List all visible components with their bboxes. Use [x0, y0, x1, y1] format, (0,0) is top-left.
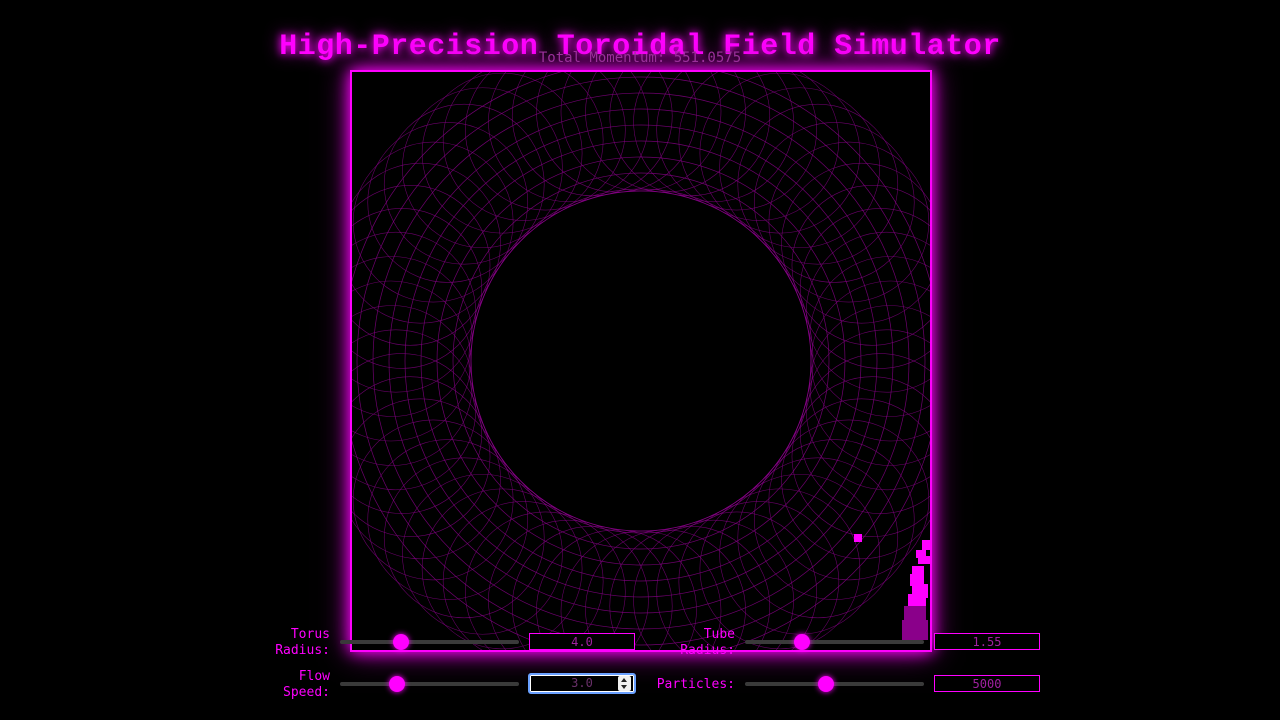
- tube-radius-slider-thumb[interactable]: [794, 634, 811, 650]
- controls-panel: Torus Radius: 4.0 Tube Radius: 1.55 Flow…: [0, 615, 1280, 720]
- tube-circle: [585, 72, 746, 193]
- tube-circle: [609, 72, 771, 197]
- tube-circle: [352, 329, 477, 491]
- tube-circle: [809, 256, 930, 417]
- tube-circle: [511, 72, 673, 197]
- tube-circle: [805, 329, 930, 491]
- tube-circle: [465, 72, 626, 211]
- spinner-arrows-icon[interactable]: [618, 676, 631, 691]
- flow-speed-slider[interactable]: [340, 676, 519, 692]
- torus-wireframe: [352, 72, 930, 650]
- flow-speed-input[interactable]: 3.0: [528, 673, 636, 694]
- tube-radius-label: Tube Radius:: [680, 627, 735, 658]
- tube-circle: [352, 231, 477, 393]
- flow-speed-slider-thumb[interactable]: [389, 676, 406, 692]
- total-momentum-readout: Total Momentum: 551.0575: [538, 50, 742, 66]
- tube-circle: [383, 103, 545, 265]
- tube-circle: [352, 305, 473, 466]
- tube-radius-slider[interactable]: [745, 634, 924, 650]
- tube-circle: [352, 185, 491, 346]
- tube-circle: [753, 439, 915, 600]
- particles-label: Particles:: [656, 677, 735, 692]
- flow-speed-value: 3.0: [571, 676, 593, 690]
- torus-radius-input[interactable]: 4.0: [529, 633, 635, 650]
- particle: [918, 556, 930, 564]
- particle: [908, 594, 926, 608]
- tube-circle: [367, 439, 529, 600]
- tube-circle: [383, 457, 545, 619]
- particle: [922, 540, 930, 550]
- tube-radius-input[interactable]: 1.55: [934, 633, 1040, 650]
- tube-circle: [737, 103, 899, 265]
- tube-circle: [753, 122, 915, 283]
- torus-center-hole: [470, 190, 812, 532]
- tube-circle: [536, 72, 697, 193]
- torus-radius-slider-thumb[interactable]: [392, 634, 409, 650]
- tube-circle: [791, 185, 930, 346]
- tube-circle: [719, 87, 880, 249]
- particles-input[interactable]: 5000: [934, 675, 1040, 692]
- particles-slider[interactable]: [745, 676, 924, 692]
- tube-circle: [719, 473, 880, 635]
- torus-radius-label: Torus Radius:: [275, 627, 330, 658]
- tube-circle: [402, 87, 563, 249]
- particles-slider-thumb[interactable]: [817, 676, 834, 692]
- simulation-canvas[interactable]: [350, 70, 932, 652]
- tube-circle: [737, 457, 899, 619]
- tube-circle: [791, 376, 930, 537]
- tube-circle: [352, 256, 473, 417]
- particle: [854, 534, 862, 542]
- tube-circle: [805, 231, 930, 393]
- torus-radius-slider[interactable]: [340, 634, 519, 650]
- tube-circle: [402, 473, 563, 635]
- tube-circle: [656, 72, 817, 211]
- tube-circle: [352, 376, 491, 537]
- flow-speed-label: Flow Speed:: [283, 669, 330, 700]
- tube-circle: [809, 305, 930, 466]
- tube-circle: [367, 122, 529, 283]
